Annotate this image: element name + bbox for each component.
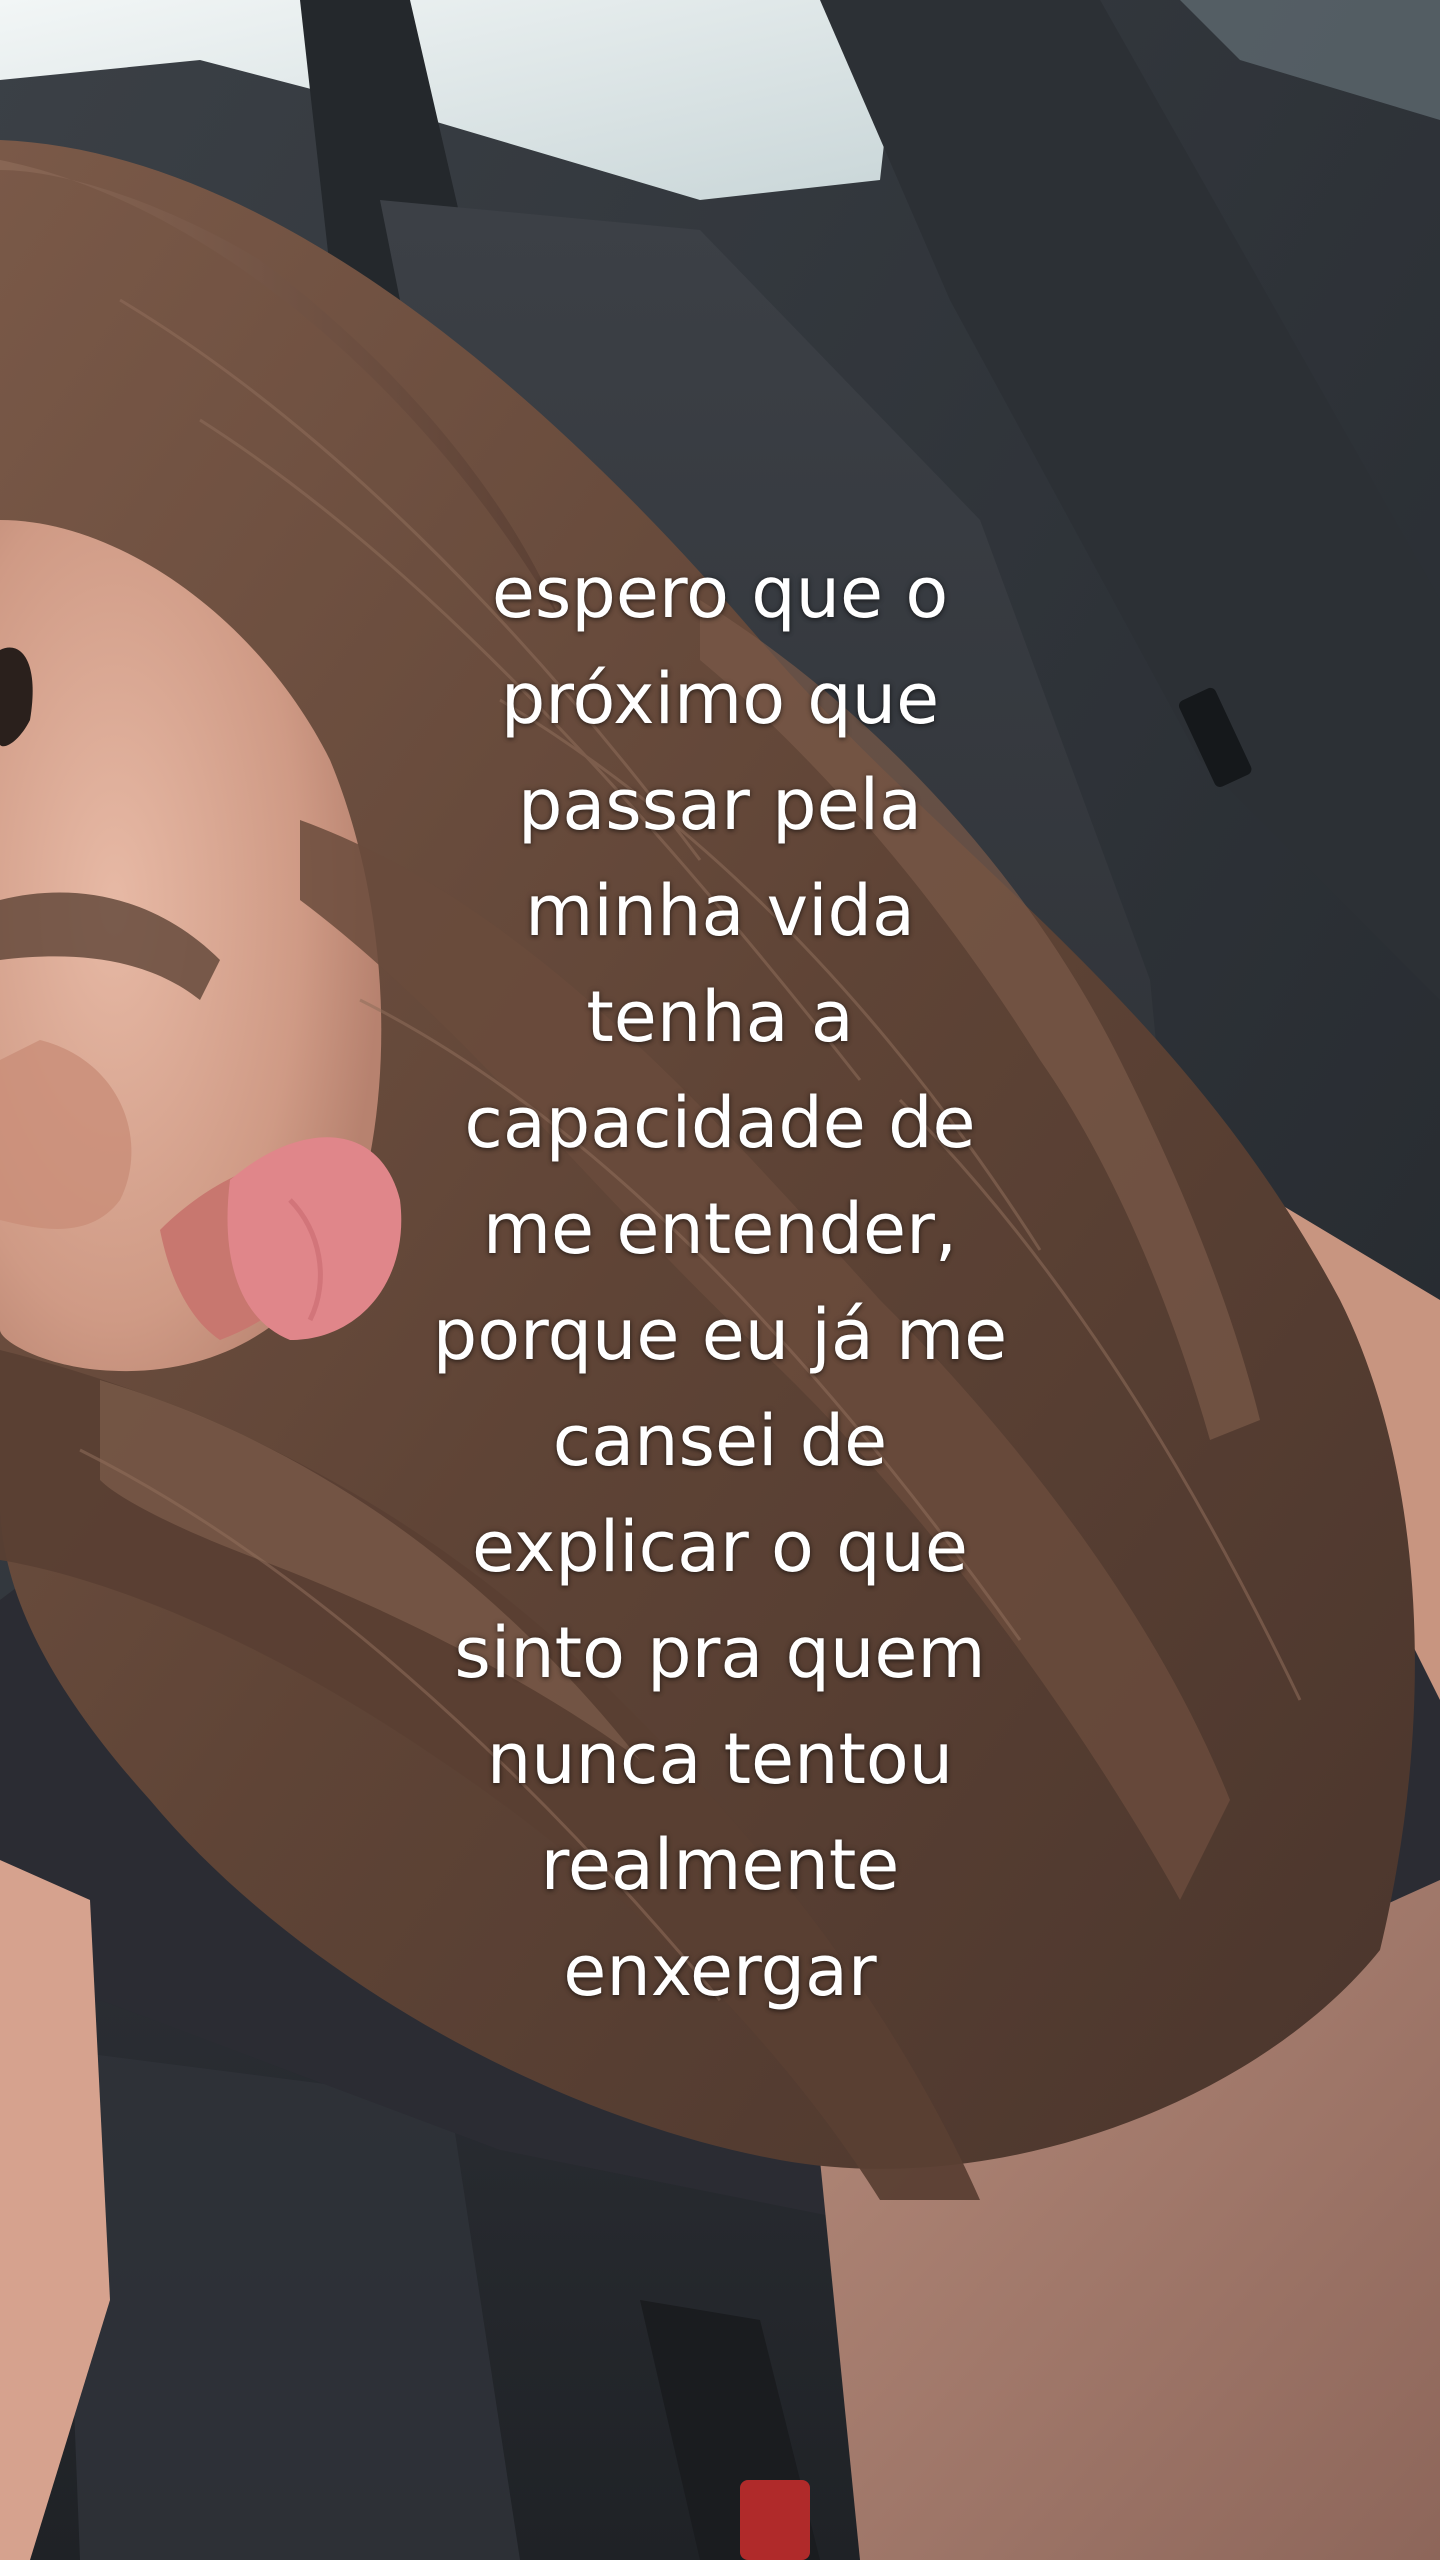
story-caption: espero que o próximo que passar pela min… xyxy=(340,540,1100,2024)
caption-line: enxergar xyxy=(563,1930,877,2012)
caption-line: realmente xyxy=(540,1824,900,1906)
caption-line: cansei de xyxy=(552,1400,888,1482)
caption-line: sinto pra quem xyxy=(454,1612,986,1694)
caption-line: minha vida xyxy=(525,870,915,952)
caption-line: explicar o que xyxy=(472,1506,968,1588)
caption-line: me entender, xyxy=(482,1188,958,1270)
caption-line: nunca tentou xyxy=(486,1718,954,1800)
caption-line: tenha a xyxy=(586,976,854,1058)
caption-line: espero que o xyxy=(491,552,949,634)
caption-line: próximo que xyxy=(500,658,940,740)
caption-line: porque eu já me xyxy=(432,1294,1008,1376)
caption-line: passar pela xyxy=(517,764,923,846)
story-screen: espero que o próximo que passar pela min… xyxy=(0,0,1440,2560)
caption-line: capacidade de xyxy=(464,1082,976,1164)
